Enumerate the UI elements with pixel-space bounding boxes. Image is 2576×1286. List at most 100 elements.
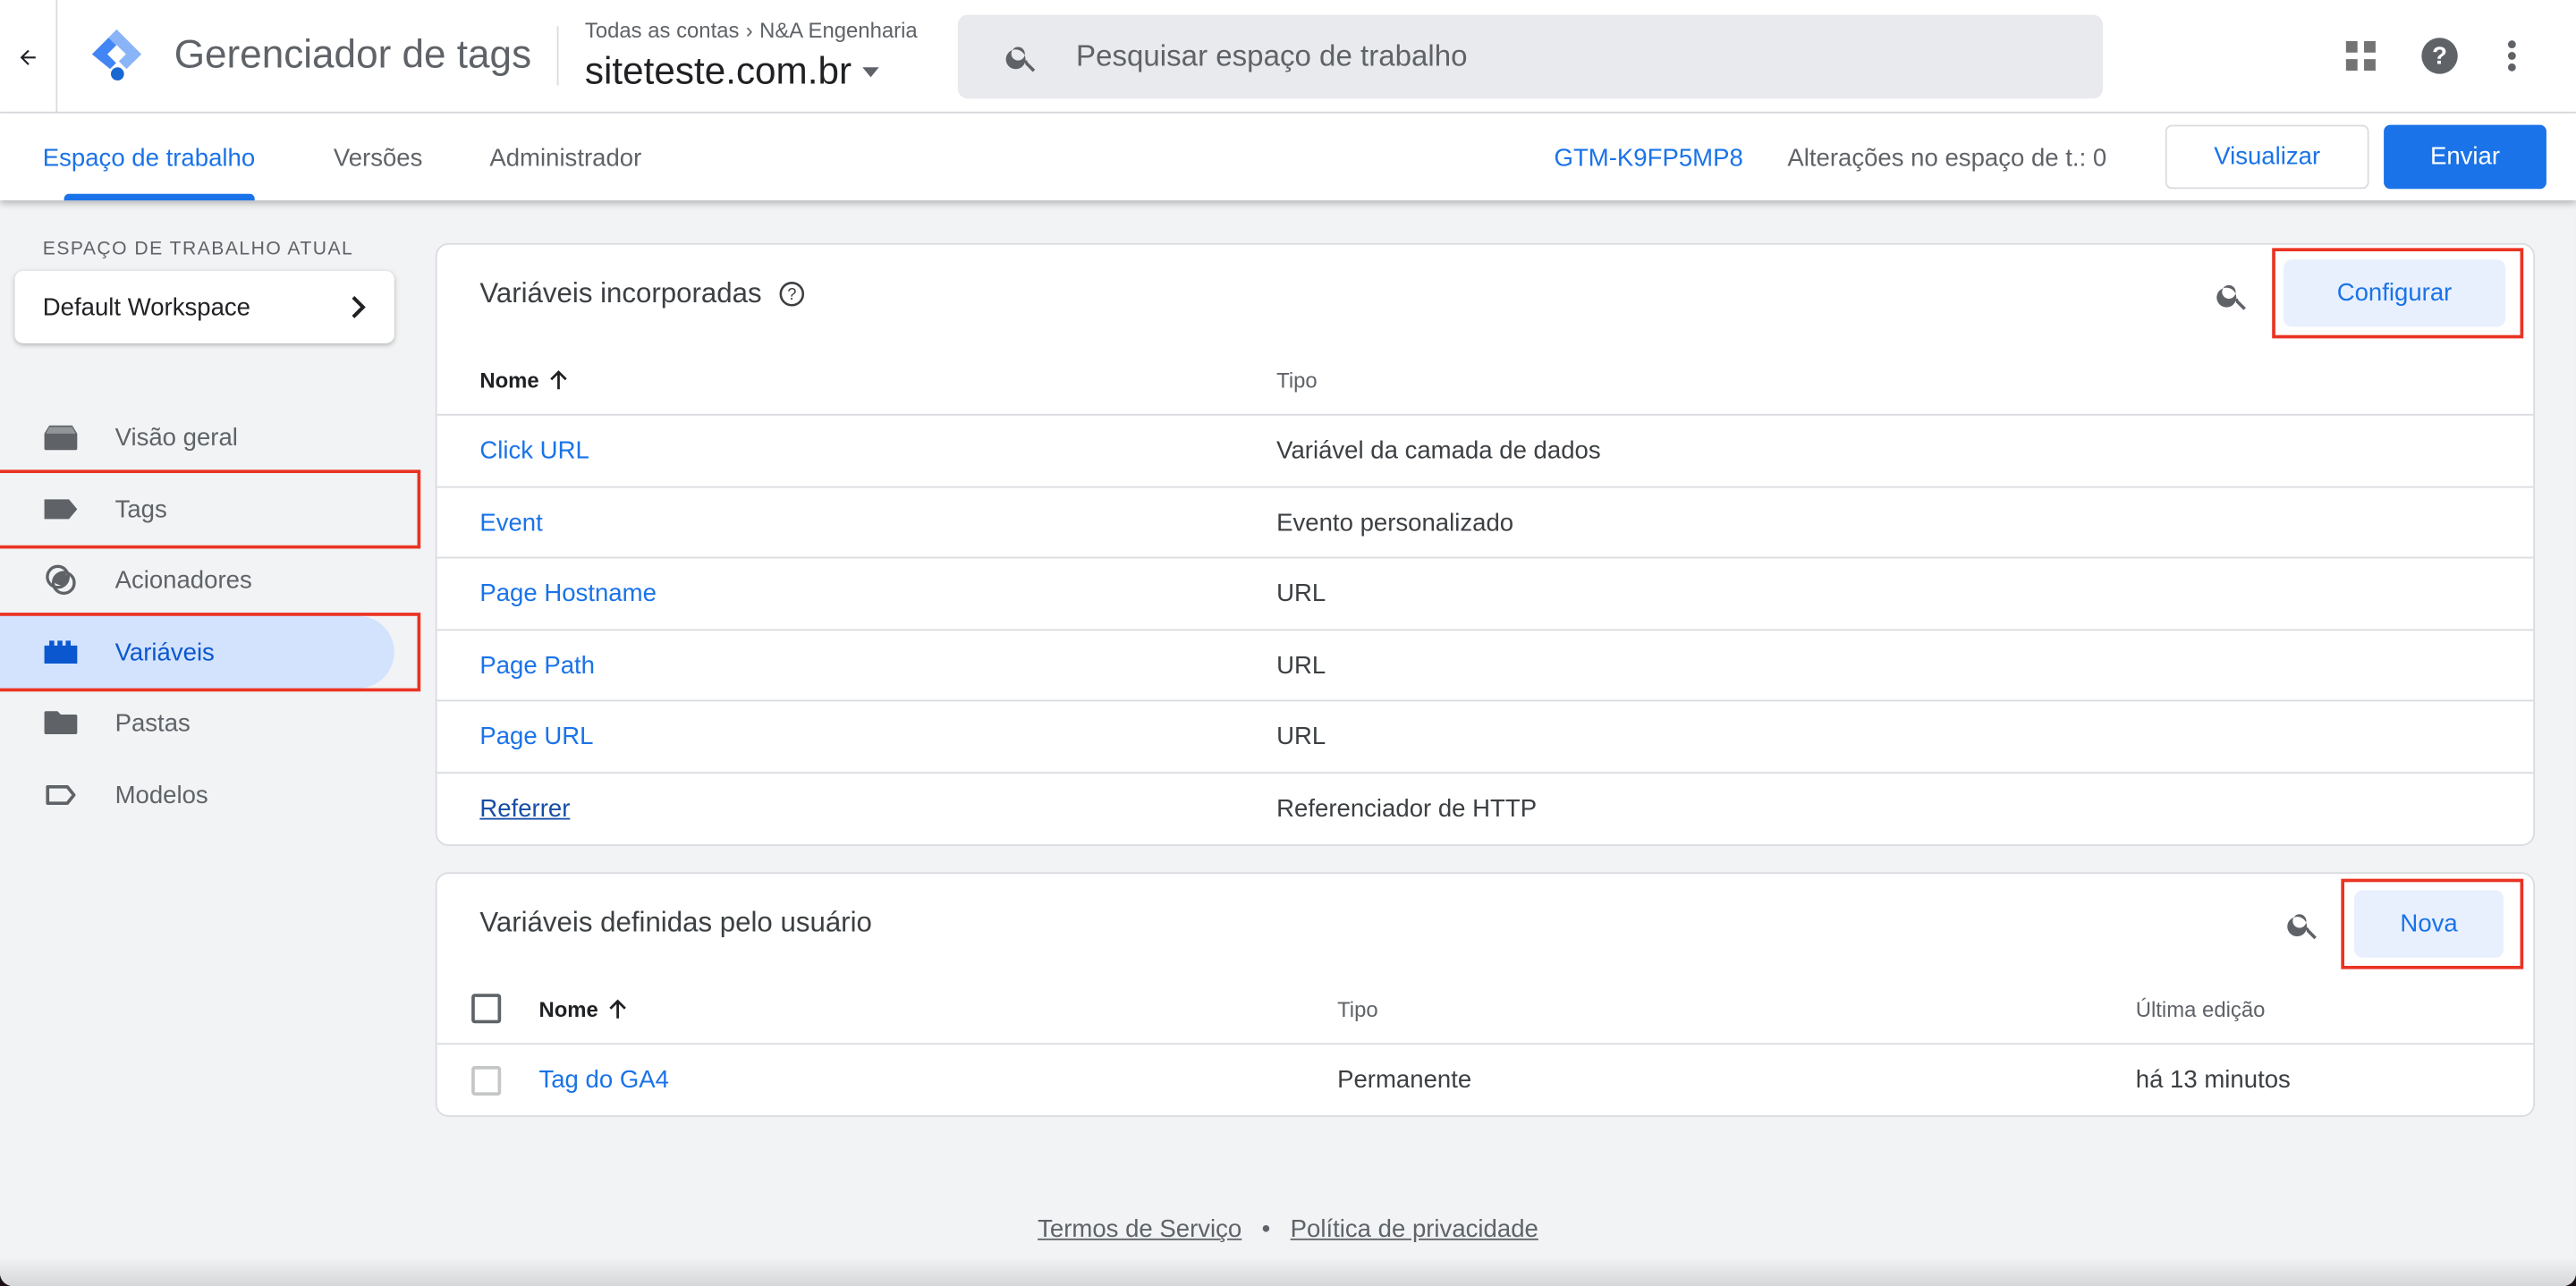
tab-workspace[interactable]: Espaço de trabalho (43, 145, 255, 173)
workspace-name: Default Workspace (42, 292, 251, 322)
sidebar-item-overview[interactable]: Visão geral (0, 401, 394, 473)
table-row: Referrer Referenciador de HTTP (436, 772, 2534, 844)
preview-button[interactable]: Visualizar (2165, 124, 2369, 190)
workspace-search[interactable] (957, 14, 2104, 99)
privacy-policy-link[interactable]: Política de privacidade (1291, 1215, 1538, 1243)
table-row: Event Evento personalizado (436, 486, 2534, 559)
table-row: Tag do GA4 Permanente há 13 minutos (436, 1043, 2534, 1115)
variable-type: Evento personalizado (1276, 509, 1514, 537)
svg-text:?: ? (787, 284, 796, 303)
search-icon[interactable] (2215, 277, 2250, 313)
variable-name-link[interactable]: Event (479, 509, 542, 537)
more-options-button[interactable] (2489, 33, 2535, 79)
tab-admin[interactable]: Administrador (489, 145, 641, 173)
variable-type: URL (1276, 580, 1326, 608)
container-selector[interactable]: siteteste.com.br (585, 49, 881, 94)
variable-type: URL (1276, 723, 1326, 751)
back-button[interactable] (0, 0, 58, 114)
submit-button[interactable]: Enviar (2384, 124, 2546, 190)
sidebar-item-variables[interactable]: Variáveis (0, 615, 394, 689)
variable-name-link[interactable]: Page URL (479, 723, 593, 750)
breadcrumb: Todas as contas › N&A Engenharia (585, 18, 918, 43)
arrow-back-icon (20, 48, 36, 64)
variable-type: URL (1276, 652, 1326, 681)
table-row: Click URL Variável da camada de dados (436, 413, 2534, 486)
sidebar-item-folders[interactable]: Pastas (0, 687, 394, 759)
table-row: Page Path URL (436, 629, 2534, 701)
apps-button[interactable] (2338, 33, 2384, 79)
more-vert-icon (2507, 40, 2516, 72)
tag-manager-logo-icon (91, 30, 141, 80)
divider (556, 26, 559, 86)
sidebar-item-templates[interactable]: Modelos (0, 759, 394, 832)
workspace-nav-bar: Espaço de trabalho Versões Administrador… (0, 113, 2576, 201)
column-header-label: Nome (479, 368, 539, 393)
sort-ascending-icon (550, 370, 567, 390)
container-name: siteteste.com.br (584, 49, 852, 92)
variable-type: Referenciador de HTTP (1276, 794, 1538, 824)
svg-text:?: ? (2432, 42, 2447, 70)
variable-name-link[interactable]: Page Hostname (479, 580, 657, 607)
help-icon: ? (2421, 38, 2458, 74)
overview-icon (44, 425, 78, 451)
last-edited: há 13 minutos (2135, 1066, 2291, 1095)
workspace-selector[interactable]: Default Workspace (14, 271, 394, 343)
sidebar-item-label: Tags (114, 495, 167, 523)
variable-type: Permanente (1337, 1066, 1472, 1095)
template-icon (46, 784, 76, 805)
sort-ascending-icon (609, 999, 627, 1019)
trigger-icon (46, 564, 76, 596)
variable-name-link[interactable]: Referrer (479, 795, 570, 823)
configure-button[interactable]: Configurar (2284, 259, 2506, 327)
variable-name-link[interactable]: Page Path (479, 652, 595, 680)
folder-icon (44, 711, 78, 735)
new-variable-button[interactable]: Nova (2354, 890, 2504, 958)
column-header-name[interactable]: Nome (538, 997, 627, 1021)
sidebar-item-label: Acionadores (114, 565, 252, 594)
breadcrumb-accounts[interactable]: Todas as contas (585, 18, 740, 43)
gtm-window: Gerenciador de tags Todas as contas › N&… (0, 0, 2576, 1286)
tab-versions[interactable]: Versões (334, 145, 423, 173)
sidebar-item-label: Visão geral (114, 422, 238, 452)
column-header-type: Tipo (1276, 368, 1318, 393)
search-input[interactable] (1072, 38, 2059, 76)
variable-type: Variável da camada de dados (1276, 436, 1601, 465)
search-icon (1005, 46, 1036, 72)
window-bottom-shadow (0, 1256, 2576, 1286)
sidebar-item-label: Modelos (114, 781, 208, 809)
current-workspace-label: ESPAÇO DE TRABALHO ATUAL (42, 240, 354, 260)
sidebar-item-tags[interactable]: Tags (0, 473, 394, 546)
help-button[interactable]: ? (2417, 33, 2462, 79)
chevron-right-icon: › (745, 18, 753, 43)
help-outline-icon[interactable]: ? (778, 281, 804, 307)
tag-icon (44, 499, 78, 520)
workspace-changes-count: Alterações no espaço de t.: 0 (1787, 144, 2107, 173)
sidebar-item-triggers[interactable]: Acionadores (0, 544, 394, 616)
table-row: Page Hostname URL (436, 556, 2534, 630)
variable-icon (44, 640, 78, 664)
terms-of-service-link[interactable]: Termos de Serviço (1038, 1215, 1241, 1243)
footer-separator: • (1261, 1215, 1271, 1244)
top-app-bar: Gerenciador de tags Todas as contas › N&… (0, 0, 2576, 114)
dropdown-arrow-icon (862, 66, 880, 77)
apps-grid-icon (2345, 40, 2376, 71)
row-checkbox[interactable] (471, 1066, 502, 1096)
card-title-text: Variáveis incorporadas (479, 277, 762, 309)
sidebar-item-label: Pastas (114, 708, 191, 737)
container-id-link[interactable]: GTM-K9FP5MP8 (1555, 145, 1743, 173)
column-header-last-edited: Última edição (2135, 996, 2266, 1022)
column-header-type: Tipo (1337, 996, 1378, 1022)
footer: Termos de Serviço • Política de privacid… (0, 1215, 2576, 1243)
variable-name-link[interactable]: Tag do GA4 (538, 1066, 669, 1094)
builtin-variables-title: Variáveis incorporadas ? (479, 277, 804, 310)
active-tab-indicator (64, 193, 255, 201)
app-title: Gerenciador de tags (174, 32, 532, 78)
column-header-name[interactable]: Nome (479, 368, 568, 393)
select-all-checkbox[interactable] (471, 994, 502, 1024)
breadcrumb-account[interactable]: N&A Engenharia (759, 18, 918, 43)
variable-name-link[interactable]: Click URL (479, 437, 589, 465)
user-defined-variables-card: Variáveis definidas pelo usuário Nova No… (435, 872, 2536, 1117)
table-row: Page URL URL (436, 699, 2534, 772)
chevron-right-icon (352, 296, 366, 318)
search-icon[interactable] (2285, 907, 2321, 943)
